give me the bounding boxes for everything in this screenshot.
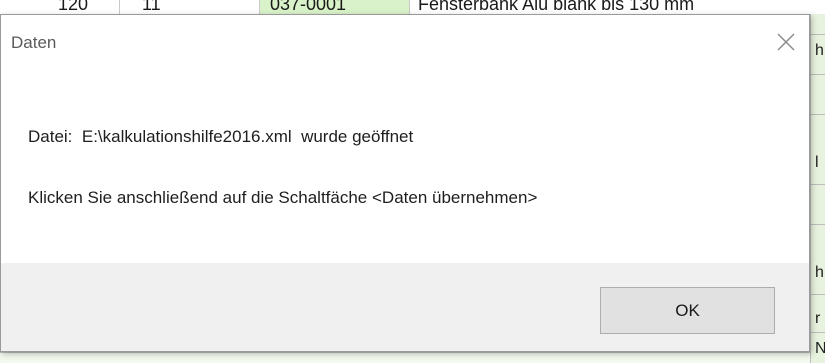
sheet-cell: 037-0001 [260, 0, 410, 14]
spreadsheet-right-strip: h l h r N [810, 14, 825, 363]
sheet-glyph: N [815, 340, 825, 357]
message-dialog: Daten Datei: E:\kalkulationshilfe2016.xm… [0, 14, 810, 352]
sheet-glyph: h [815, 42, 824, 59]
dialog-message-file: Datei: E:\kalkulationshilfe2016.xml wurd… [28, 127, 414, 146]
sheet-glyph: l [815, 154, 819, 171]
spreadsheet-bottom-strip [0, 352, 810, 363]
close-button[interactable] [773, 29, 799, 55]
sheet-glyph: r [815, 310, 821, 327]
sheet-cell: 11 [120, 0, 260, 14]
ok-button[interactable]: OK [600, 287, 775, 334]
sheet-cell: Fensterbank Alu blank bis 130 mm [418, 0, 695, 14]
dialog-footer: OK [1, 263, 809, 351]
dialog-content: Datei: E:\kalkulationshilfe2016.xml wurd… [1, 65, 809, 263]
sheet-cell: 120 [0, 0, 120, 14]
dialog-message-instruction: Klicken Sie anschließend auf die Schaltf… [28, 188, 538, 207]
sheet-glyph: h [815, 264, 824, 281]
close-icon [777, 33, 795, 51]
dialog-title: Daten [11, 33, 57, 52]
spreadsheet-top-row: 120 11 037-0001 Fensterbank Alu blank bi… [0, 0, 825, 15]
dialog-titlebar[interactable]: Daten [1, 15, 809, 65]
